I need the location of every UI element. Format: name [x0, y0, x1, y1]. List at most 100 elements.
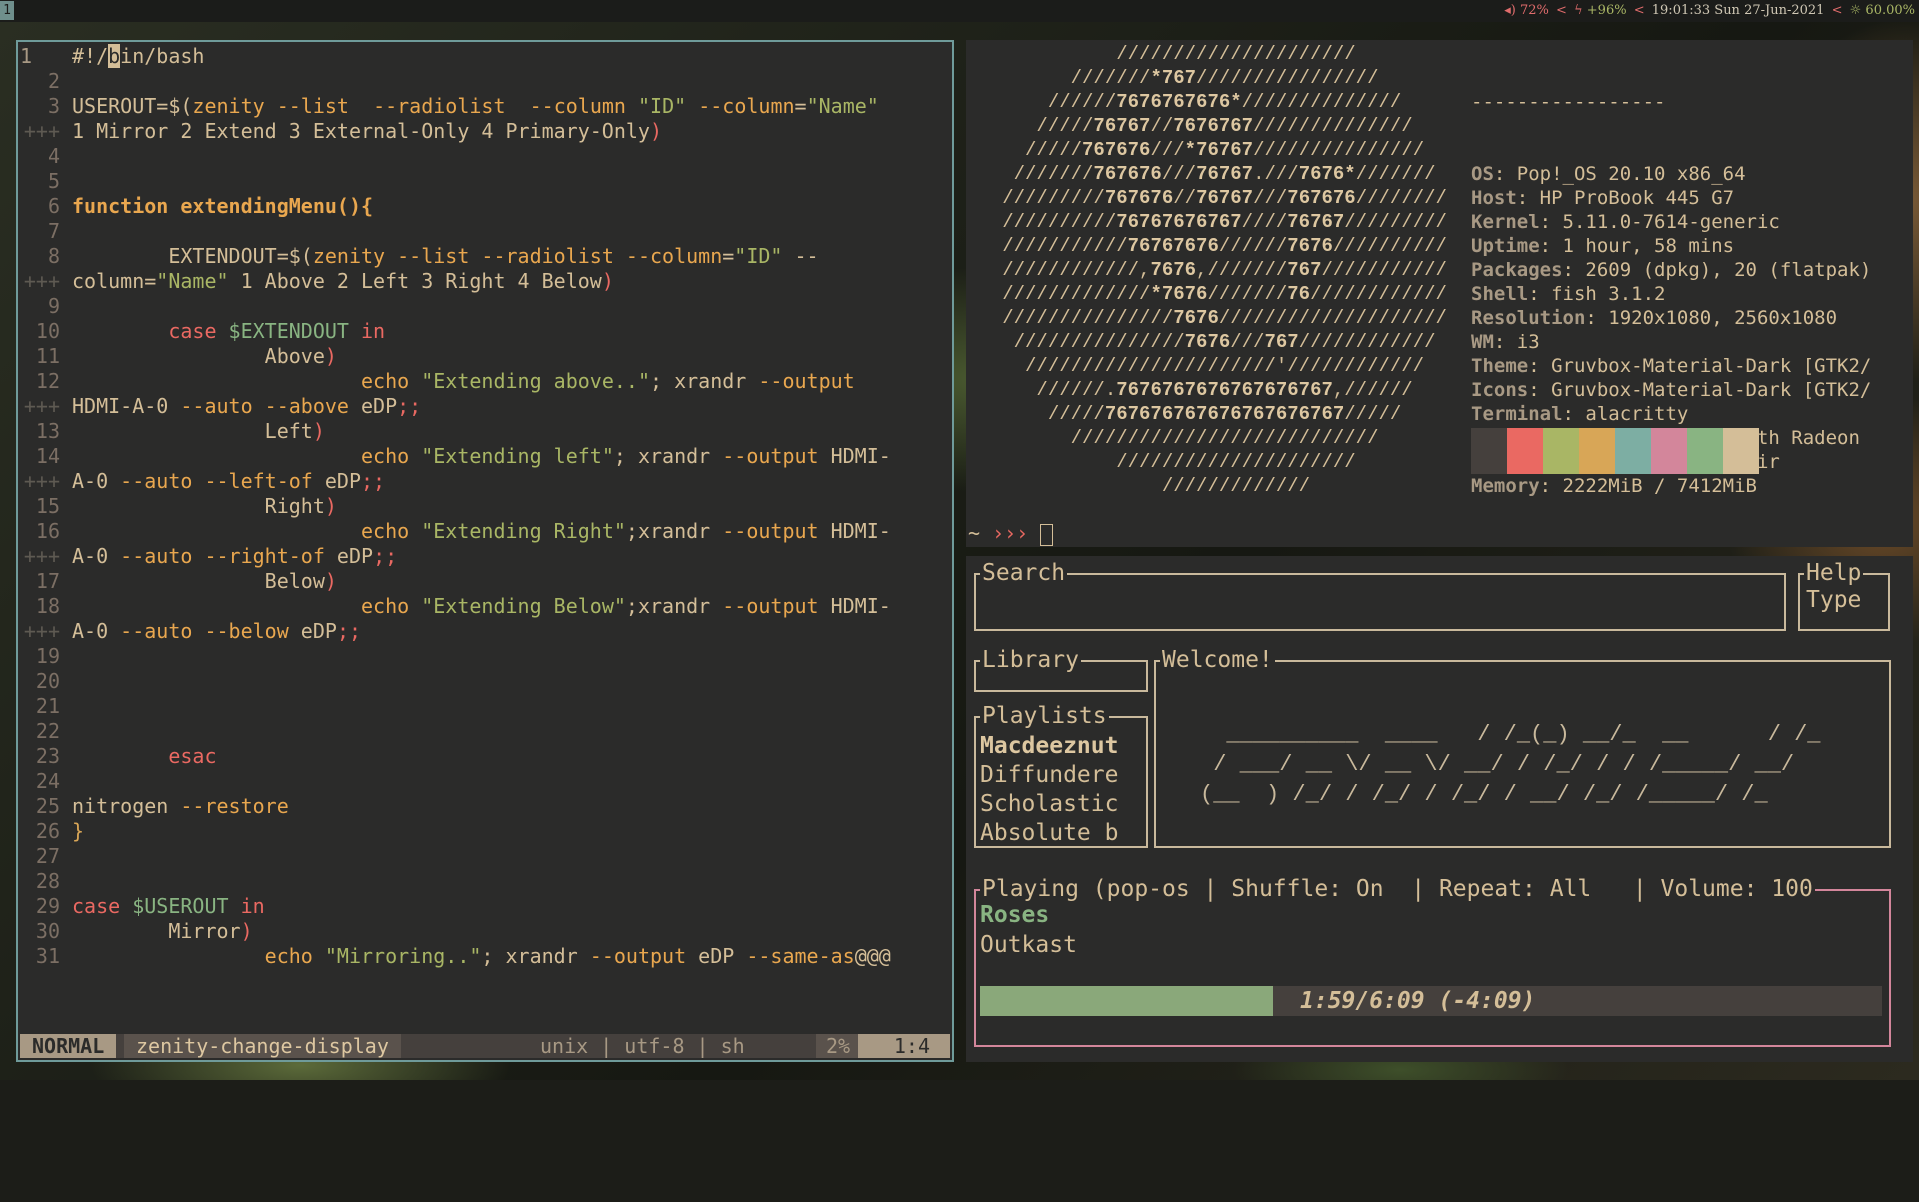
playlist-item[interactable]: Scholastic	[980, 790, 1118, 819]
sysinfo-row: Icons: Gruvbox-Material-Dark [GTK2/	[1471, 378, 1871, 402]
search-box[interactable]: Search	[974, 560, 1786, 631]
code-line[interactable]: 6 function extendingMenu(){	[18, 194, 373, 219]
line-number: 26	[35, 819, 60, 843]
sysinfo-label: Memory	[1471, 475, 1540, 497]
shell-prompt[interactable]: ~ ›››	[968, 521, 1054, 546]
code-text: echo "Mirroring.."; xrandr --output eDP …	[264, 944, 891, 968]
help-box[interactable]: Help Type	[1798, 560, 1890, 631]
color-swatch	[1615, 428, 1651, 474]
code-line-wrap[interactable]: +++ column="Name" 1 Above 2 Left 3 Right …	[18, 269, 614, 294]
sysinfo-row: Shell: fish 3.1.2	[1471, 282, 1871, 306]
code-line[interactable]: 29 case $USEROUT in	[18, 894, 265, 919]
code-line[interactable]: 11 Above)	[18, 344, 337, 369]
prompt-arrows: ›››	[992, 521, 1029, 545]
vim-statusline: NORMAL zenity-change-display unix | utf-…	[20, 1034, 950, 1058]
now-playing-box: Playing (pop-os | Shuffle: On | Repeat: …	[974, 876, 1891, 1047]
sysinfo-value: : 1 hour, 58 mins	[1539, 235, 1735, 257]
code-text: echo "Extending above.."; xrandr --outpu…	[360, 369, 855, 393]
line-number: +++	[23, 619, 60, 643]
code-line[interactable]: 28	[18, 869, 72, 894]
status-blocks: ◂) 72% < ϟ +96% < 19:01:33 Sun 27-Jun-20…	[1504, 3, 1915, 18]
code-line[interactable]: 24	[18, 769, 72, 794]
code-line[interactable]: 2	[18, 69, 72, 94]
code-line[interactable]: 19	[18, 644, 72, 669]
code-line-wrap[interactable]: +++ A-0 --auto --right-of eDP;;	[18, 544, 397, 569]
playlist-item[interactable]: Absolute b	[980, 819, 1118, 848]
code-line[interactable]: 18 echo "Extending Below";xrandr --outpu…	[18, 594, 891, 619]
code-line-wrap[interactable]: +++ HDMI-A-0 --auto --above eDP;;	[18, 394, 421, 419]
code-line[interactable]: 31 echo "Mirroring.."; xrandr --output e…	[18, 944, 891, 969]
code-line[interactable]: 10 case $EXTENDOUT in	[18, 319, 385, 344]
playback-progress-bar[interactable]: 1:59/6:09 (-4:09)	[980, 986, 1882, 1016]
code-line[interactable]: 5	[18, 169, 72, 194]
music-player-tui[interactable]: Search Help Type Library Playlists Macde…	[966, 556, 1913, 1062]
workspace-button[interactable]: 1	[0, 1, 14, 20]
code-line[interactable]: 22	[18, 719, 72, 744]
code-line[interactable]: 1 #!/bin/bash	[18, 44, 204, 69]
code-line[interactable]: 8 EXTENDOUT=$(zenity --list --radiolist …	[18, 244, 819, 269]
sysinfo-row: OS: Pop!_OS 20.10 x86_64	[1471, 162, 1871, 186]
code-line[interactable]: 4	[18, 144, 72, 169]
sysinfo-row: Uptime: 1 hour, 58 mins	[1471, 234, 1871, 258]
sysinfo-value: : 2609 (dpkg), 20 (flatpak)	[1562, 259, 1872, 281]
line-number: 14	[35, 444, 60, 468]
sysinfo-value: : 1920x1080, 2560x1080	[1585, 307, 1838, 329]
code-line[interactable]: 17 Below)	[18, 569, 337, 594]
help-text: Type	[1806, 587, 1862, 613]
line-number: +++	[23, 469, 60, 493]
playlists-box[interactable]: Playlists Macdeeznut Diffundere Scholastic…	[974, 703, 1148, 848]
code-line[interactable]: 13 Left)	[18, 419, 325, 444]
code-line[interactable]: 27	[18, 844, 72, 869]
code-text: echo "Extending left"; xrandr --output H…	[360, 444, 891, 468]
line-number: 2	[47, 69, 60, 93]
sysinfo-row: Resolution: 1920x1080, 2560x1080	[1471, 306, 1871, 330]
clock: 19:01:33 Sun 27-Jun-2021	[1651, 3, 1825, 18]
sysinfo-row: Memory: 2222MiB / 7412MiB	[1471, 474, 1871, 498]
code-line[interactable]: 20	[18, 669, 72, 694]
sysinfo-row: Terminal: alacritty	[1471, 402, 1871, 426]
line-number: 8	[47, 244, 60, 268]
line-number: +++	[23, 119, 60, 143]
sysinfo-row: Theme: Gruvbox-Material-Dark [GTK2/	[1471, 354, 1871, 378]
code-line[interactable]: 14 echo "Extending left"; xrandr --outpu…	[18, 444, 891, 469]
library-box[interactable]: Library	[974, 647, 1148, 692]
playlist-item[interactable]: Diffundere	[980, 761, 1118, 790]
code-line-wrap[interactable]: +++ 1 Mirror 2 Extend 3 External-Only 4 P…	[18, 119, 662, 144]
code-line[interactable]: 15 Right)	[18, 494, 337, 519]
code-line-wrap[interactable]: +++ A-0 --auto --below eDP;;	[18, 619, 361, 644]
line-number: 1	[20, 44, 33, 68]
code-line[interactable]: 3 USEROUT=$(zenity --list --radiolist --c…	[18, 94, 879, 119]
code-line[interactable]: 23 esac	[18, 744, 217, 769]
line-number: +++	[23, 394, 60, 418]
code-line[interactable]: 21	[18, 694, 72, 719]
sysinfo-value: : fish 3.1.2	[1528, 283, 1666, 305]
code-line-wrap[interactable]: +++ A-0 --auto --left-of eDP;;	[18, 469, 385, 494]
line-number: 5	[47, 169, 60, 193]
code-text: Right)	[72, 494, 337, 518]
sysinfo-row: Host: HP ProBook 445 G7	[1471, 186, 1871, 210]
code-text: A-0 --auto --below eDP;;	[72, 619, 362, 643]
code-line[interactable]: 30 Mirror)	[18, 919, 253, 944]
line-number: 27	[35, 844, 60, 868]
code-text: case $USEROUT in	[72, 894, 265, 918]
brightness-value: 60.00%	[1865, 3, 1915, 18]
sysinfo-label: Kernel	[1471, 211, 1540, 233]
line-number: 19	[35, 644, 60, 668]
code-line[interactable]: 25 nitrogen --restore	[18, 794, 289, 819]
popos-ascii-logo: ///////////////////// ///////*767///////…	[1002, 43, 1447, 497]
vim-editor-window[interactable]: 1 #!/bin/bash 2 3 USEROUT=$(zenity --list --…	[16, 40, 954, 1062]
code-line[interactable]: 26}	[18, 819, 84, 844]
code-line[interactable]: 7	[18, 219, 72, 244]
color-swatch	[1471, 428, 1507, 474]
code-text: echo "Extending Below";xrandr --output H…	[360, 594, 891, 618]
code-line[interactable]: 12 echo "Extending above.."; xrandr --ou…	[18, 369, 855, 394]
code-line[interactable]: 9	[18, 294, 72, 319]
prompt-tilde: ~	[968, 521, 981, 545]
progress-fill	[980, 986, 1274, 1016]
code-line[interactable]: 16 echo "Extending Right";xrandr --outpu…	[18, 519, 891, 544]
code-text: nitrogen --restore	[72, 794, 289, 818]
vim-file-format: unix | utf-8 | sh	[540, 1034, 745, 1058]
neofetch-terminal[interactable]: ///////////////////// ///////*767///////…	[966, 40, 1913, 547]
playlist-item[interactable]: Macdeeznut	[980, 732, 1118, 761]
sysinfo-label: Host	[1471, 187, 1517, 209]
